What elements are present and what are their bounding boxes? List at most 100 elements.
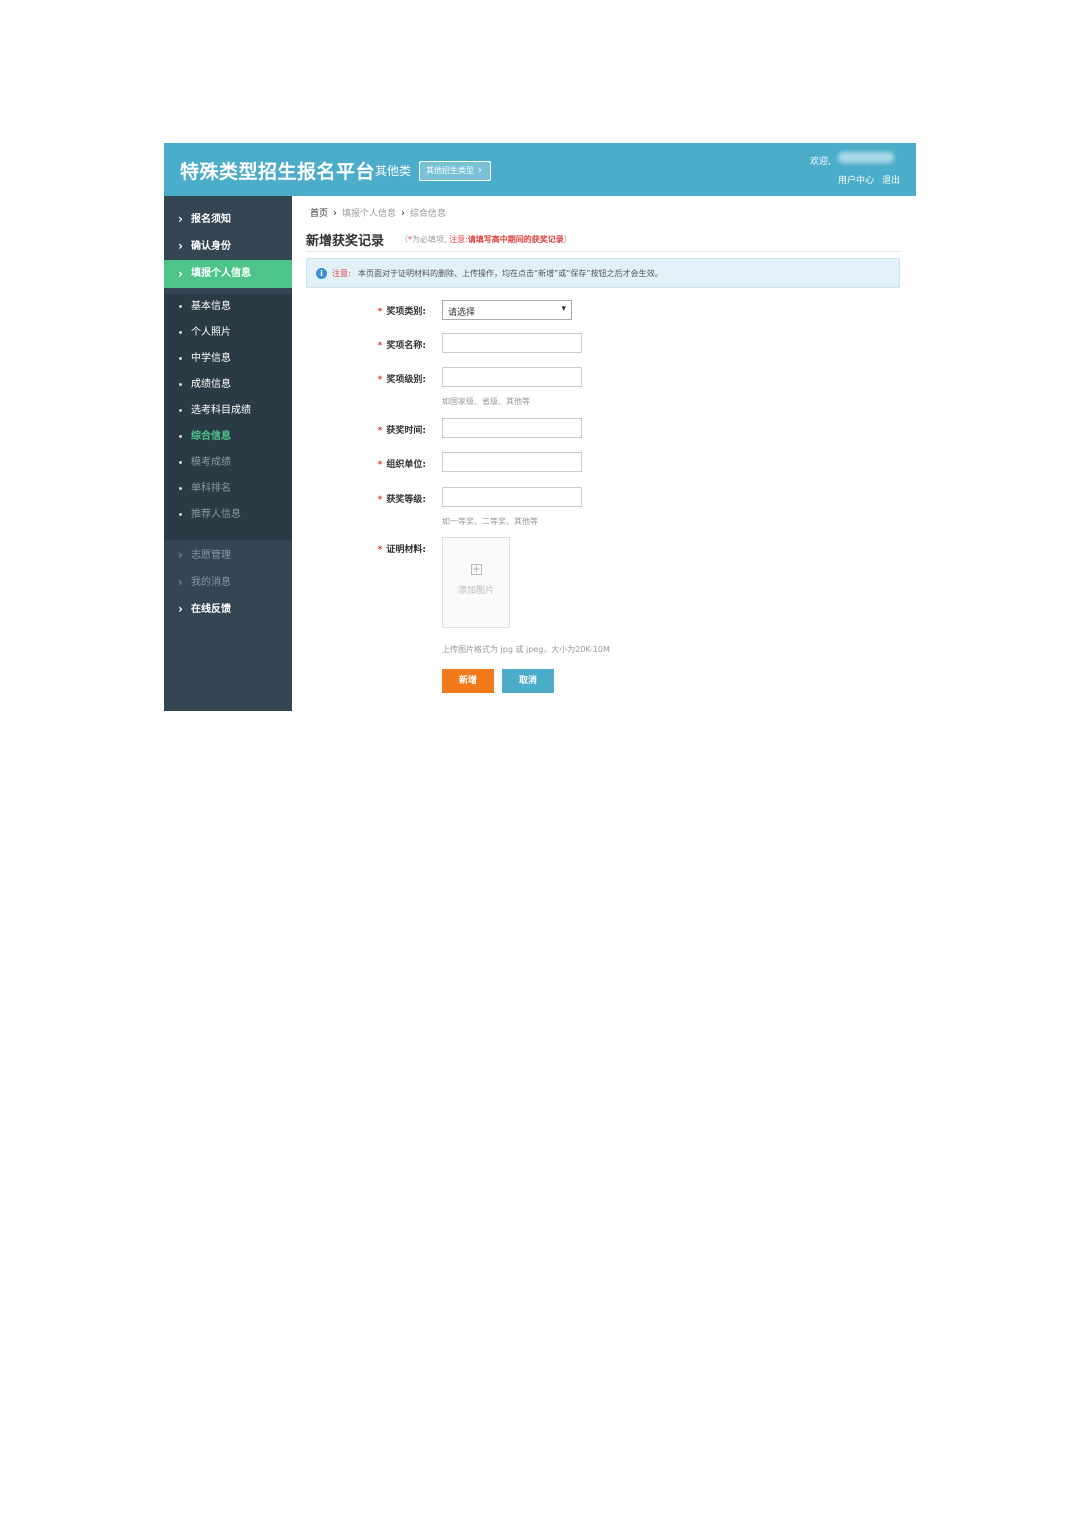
subnav-item-school-info[interactable]: 中学信息 [164, 346, 292, 372]
sidebar-item-label: 报名须知 [191, 214, 231, 225]
subnav-item-label: 选考科目成绩 [191, 405, 251, 416]
note-text: 请填写高中期间的获奖记录 [467, 235, 564, 244]
proof-label: * 证明材料: [292, 542, 426, 555]
add-image-upload[interactable]: + 添加图片 [442, 537, 510, 628]
logout-link[interactable]: 退出 [882, 173, 900, 186]
subnav-item-label: 综合信息 [191, 431, 231, 442]
sidebar-item-personal-info[interactable]: › 填报个人信息 [164, 260, 292, 288]
subnav-item-subject-rank[interactable]: 单科排名 [164, 476, 292, 502]
breadcrumb-home[interactable]: 首页 [310, 209, 328, 219]
subnav-item-elective-scores[interactable]: 选考科目成绩 [164, 398, 292, 424]
award-grade-label-text: 获奖等级: [386, 495, 426, 505]
header-bar: 特殊类型招生报名平台 其他类 其他招生类型 › 欢迎, 用户中心 退出 [164, 143, 916, 196]
subnav-item-label: 中学信息 [191, 353, 231, 364]
bullet-icon [179, 383, 182, 386]
note-attention: 注意: [449, 235, 468, 244]
bullet-icon [179, 435, 182, 438]
note-open: （ [400, 235, 408, 244]
subnav-item-recommender[interactable]: 推荐人信息 [164, 502, 292, 528]
chevron-right-icon: › [178, 575, 183, 589]
required-mark: * [377, 341, 383, 351]
award-type-value: 请选择 [448, 308, 476, 318]
upload-hint: 上传图片格式为 jpg 或 jpeg，大小为20K-10M [442, 645, 610, 654]
subnav-item-photo[interactable]: 个人照片 [164, 320, 292, 346]
subnav-item-label: 推荐人信息 [191, 509, 241, 520]
award-grade-input[interactable] [442, 487, 582, 507]
sidebar-item-messages[interactable]: › 我的消息 [164, 569, 292, 596]
organizer-label-text: 组织单位: [386, 460, 426, 470]
subnav-item-label: 单科排名 [191, 483, 231, 494]
required-mark: * [377, 495, 383, 505]
sidebar-item-label: 填报个人信息 [191, 268, 251, 279]
subnav-item-scores[interactable]: 成绩信息 [164, 372, 292, 398]
subnav-item-mock-scores[interactable]: 模考成绩 [164, 450, 292, 476]
sidebar-item-label: 确认身份 [191, 241, 231, 252]
bullet-icon [179, 487, 182, 490]
sidebar-item-application-manage[interactable]: › 志愿管理 [164, 542, 292, 569]
breadcrumb-level2[interactable]: 填报个人信息 [342, 209, 396, 219]
award-name-label: * 奖项名称: [292, 338, 426, 351]
notice-text: 本页面对于证明材料的删除、上传操作，均在点击“新增”或“保存”按钮之后才会生效。 [358, 269, 663, 278]
chevron-right-icon: › [401, 208, 406, 219]
divider [306, 251, 900, 252]
category-switch-label: 其他招生类型 [426, 166, 474, 175]
category-switch-button[interactable]: 其他招生类型 › [419, 161, 491, 181]
sidebar-item-label: 我的消息 [191, 577, 231, 588]
bullet-icon [179, 305, 182, 308]
breadcrumb-level3: 综合信息 [410, 209, 447, 219]
required-mark: * [377, 307, 383, 317]
breadcrumb: 首页 › 填报个人信息 › 综合信息 [310, 206, 446, 219]
required-mark: * [377, 545, 383, 555]
site-title: 特殊类型招生报名平台 [180, 161, 376, 183]
info-icon: i [316, 268, 327, 279]
add-button[interactable]: 新增 [442, 669, 494, 693]
organizer-label: * 组织单位: [292, 457, 426, 470]
bullet-icon [179, 513, 182, 516]
subnav-item-label: 成绩信息 [191, 379, 231, 390]
award-type-label: * 奖项类别: [292, 304, 426, 317]
sidebar-item-feedback[interactable]: › 在线反馈 [164, 596, 292, 623]
cancel-button[interactable]: 取消 [502, 669, 554, 693]
sidebar-item-notice[interactable]: › 报名须知 [164, 206, 292, 233]
award-level-input[interactable] [442, 367, 582, 387]
subnav-item-label: 基本信息 [191, 301, 231, 312]
organizer-input[interactable] [442, 452, 582, 472]
user-center-link[interactable]: 用户中心 [838, 173, 874, 186]
required-mark: * [377, 375, 383, 385]
proof-label-text: 证明材料: [386, 545, 426, 555]
sidebar-subnav: 基本信息 个人照片 中学信息 成绩信息 选考科目成绩 综合信息 模考成绩 单科排… [164, 294, 292, 540]
award-date-input[interactable] [442, 418, 582, 438]
chevron-down-icon: ▾ [561, 304, 566, 314]
title-note: （*为必填项, 注意:请填写高中期间的获奖记录） [400, 234, 572, 245]
award-name-input[interactable] [442, 333, 582, 353]
main-content: 首页 › 填报个人信息 › 综合信息 新增获奖记录 （*为必填项, 注意:请填写高中期间… [292, 196, 916, 711]
required-mark: * [377, 426, 383, 436]
notice-banner: i 注意: 本页面对于证明材料的删除、上传操作，均在点击“新增”或“保存”按钮之… [306, 258, 900, 288]
subnav-item-label: 个人照片 [191, 327, 231, 338]
award-name-label-text: 奖项名称: [386, 341, 426, 351]
award-date-label: * 获奖时间: [292, 423, 426, 436]
chevron-right-icon: › [178, 267, 183, 281]
subnav-item-basic-info[interactable]: 基本信息 [164, 294, 292, 320]
note-required: 为必填项, [412, 235, 447, 244]
award-level-hint: 如国家级、省级、其他等 [442, 397, 530, 406]
sidebar-item-label: 在线反馈 [191, 604, 231, 615]
sidebar-item-confirm-identity[interactable]: › 确认身份 [164, 233, 292, 260]
required-mark: * [377, 460, 383, 470]
welcome-text: 欢迎, [810, 157, 831, 167]
sidebar-item-label: 志愿管理 [191, 550, 231, 561]
bullet-icon [179, 357, 182, 360]
chevron-right-icon: › [178, 548, 183, 562]
award-grade-hint: 如一等奖、二等奖、其他等 [442, 517, 538, 526]
bullet-icon [179, 461, 182, 464]
award-date-label-text: 获奖时间: [386, 426, 426, 436]
chevron-right-icon: › [478, 165, 482, 176]
subnav-item-comprehensive-info[interactable]: 综合信息 [164, 424, 292, 450]
app-window: 特殊类型招生报名平台 其他类 其他招生类型 › 欢迎, 用户中心 退出 › 报名须知… [164, 143, 916, 711]
award-type-label-text: 奖项类别: [386, 307, 426, 317]
chevron-right-icon: › [178, 212, 183, 226]
award-type-select[interactable]: 请选择 ▾ [442, 300, 572, 320]
chevron-right-icon: › [178, 602, 183, 616]
bullet-icon [179, 409, 182, 412]
username-blurred [838, 152, 894, 163]
